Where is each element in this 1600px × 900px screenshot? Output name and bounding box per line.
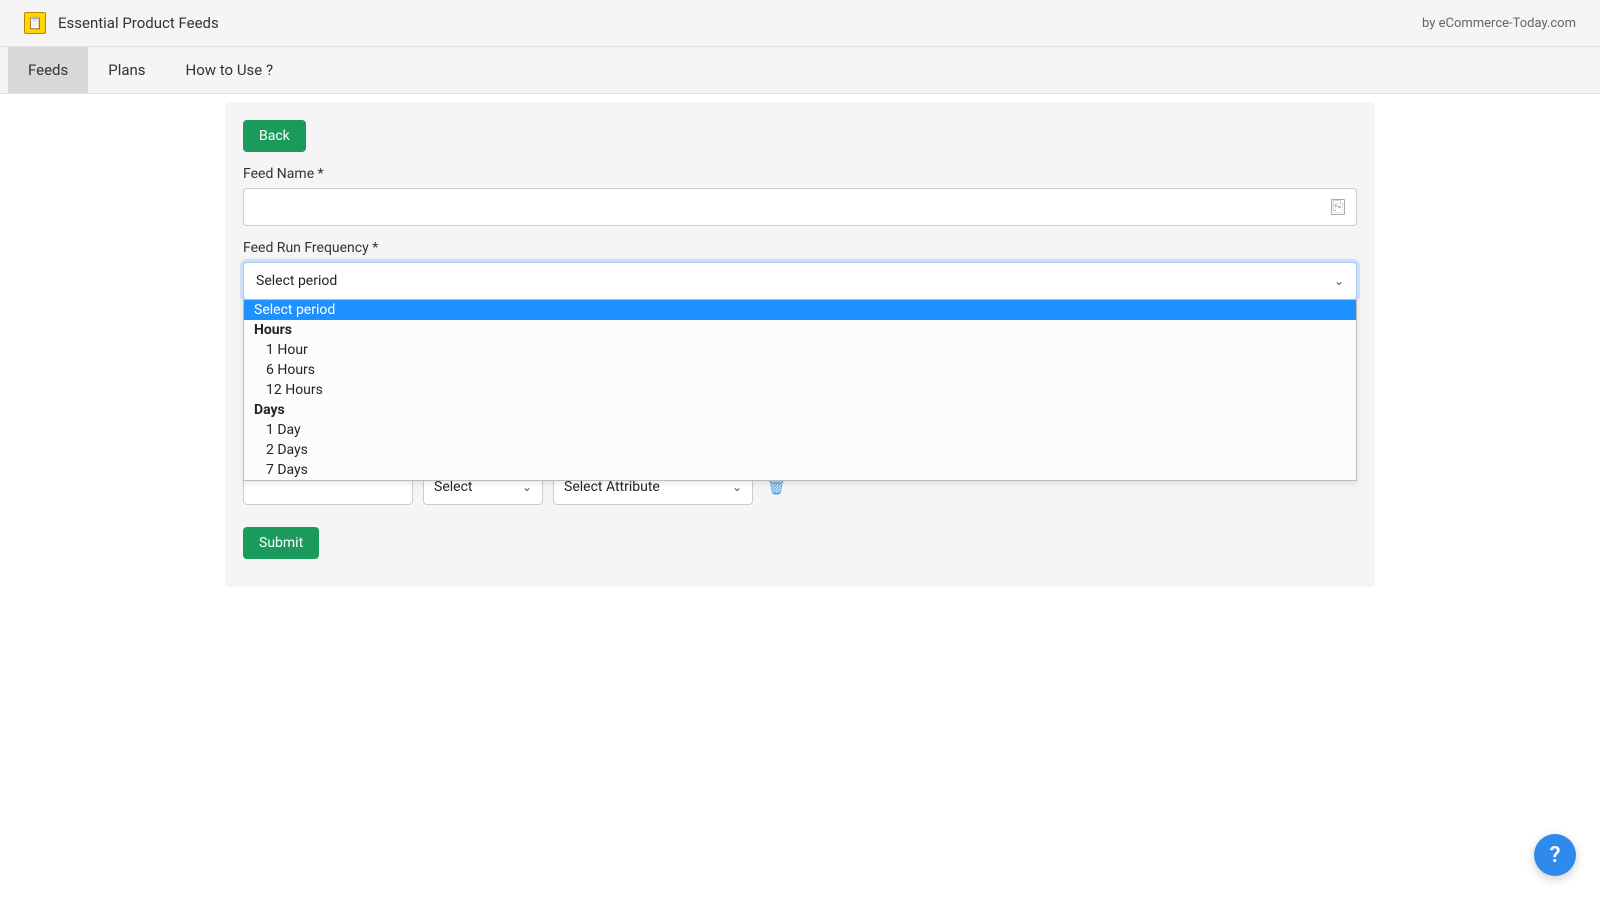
- main-panel: Back Feed Name * ⎘ Feed Run Frequency * …: [225, 102, 1375, 587]
- nav-tab-feeds[interactable]: Feeds: [8, 47, 88, 93]
- submit-button[interactable]: Submit: [243, 527, 319, 559]
- chevron-down-icon: ⌄: [1334, 274, 1344, 288]
- chevron-down-icon: ⌄: [732, 480, 742, 494]
- mapping-type-text: Select: [434, 479, 472, 495]
- app-brand: 📋 Essential Product Feeds: [24, 12, 219, 34]
- frequency-option-1hour[interactable]: 1 Hour: [244, 340, 1356, 360]
- frequency-option-7days[interactable]: 7 Days: [244, 460, 1356, 480]
- nav-tab-plans[interactable]: Plans: [88, 47, 165, 93]
- mapping-inputfeeddata-text: Select Attribute: [564, 479, 660, 495]
- back-button[interactable]: Back: [243, 120, 306, 152]
- feed-name-input-wrap: ⎘: [243, 188, 1357, 226]
- nav-tabs: Feeds Plans How to Use ?: [0, 47, 1600, 94]
- frequency-selected-text: Select period: [256, 273, 337, 289]
- frequency-group-hours: Hours: [244, 320, 1356, 340]
- frequency-group-days: Days: [244, 400, 1356, 420]
- frequency-dropdown: Select period Hours 1 Hour 6 Hours 12 Ho…: [243, 300, 1357, 481]
- frequency-select[interactable]: Select period ⌄: [243, 262, 1357, 300]
- feed-name-label: Feed Name *: [243, 166, 1357, 182]
- feed-name-input[interactable]: [243, 188, 1357, 226]
- frequency-select-wrap: Select period ⌄ Select period Hours 1 Ho…: [243, 262, 1357, 300]
- frequency-option-6hours[interactable]: 6 Hours: [244, 360, 1356, 380]
- nav-tab-howto[interactable]: How to Use ?: [166, 47, 294, 93]
- chevron-down-icon: ⌄: [522, 480, 532, 494]
- app-title: Essential Product Feeds: [58, 14, 219, 32]
- frequency-option-12hours[interactable]: 12 Hours: [244, 380, 1356, 400]
- app-header: 📋 Essential Product Feeds by eCommerce-T…: [0, 0, 1600, 47]
- credit-text: by eCommerce-Today.com: [1422, 16, 1576, 31]
- frequency-option-1day[interactable]: 1 Day: [244, 420, 1356, 440]
- app-icon: 📋: [24, 12, 46, 34]
- help-fab[interactable]: ?: [1534, 834, 1576, 876]
- frequency-option-2days[interactable]: 2 Days: [244, 440, 1356, 460]
- frequency-option-placeholder[interactable]: Select period: [244, 300, 1356, 320]
- frequency-label: Feed Run Frequency *: [243, 240, 1357, 256]
